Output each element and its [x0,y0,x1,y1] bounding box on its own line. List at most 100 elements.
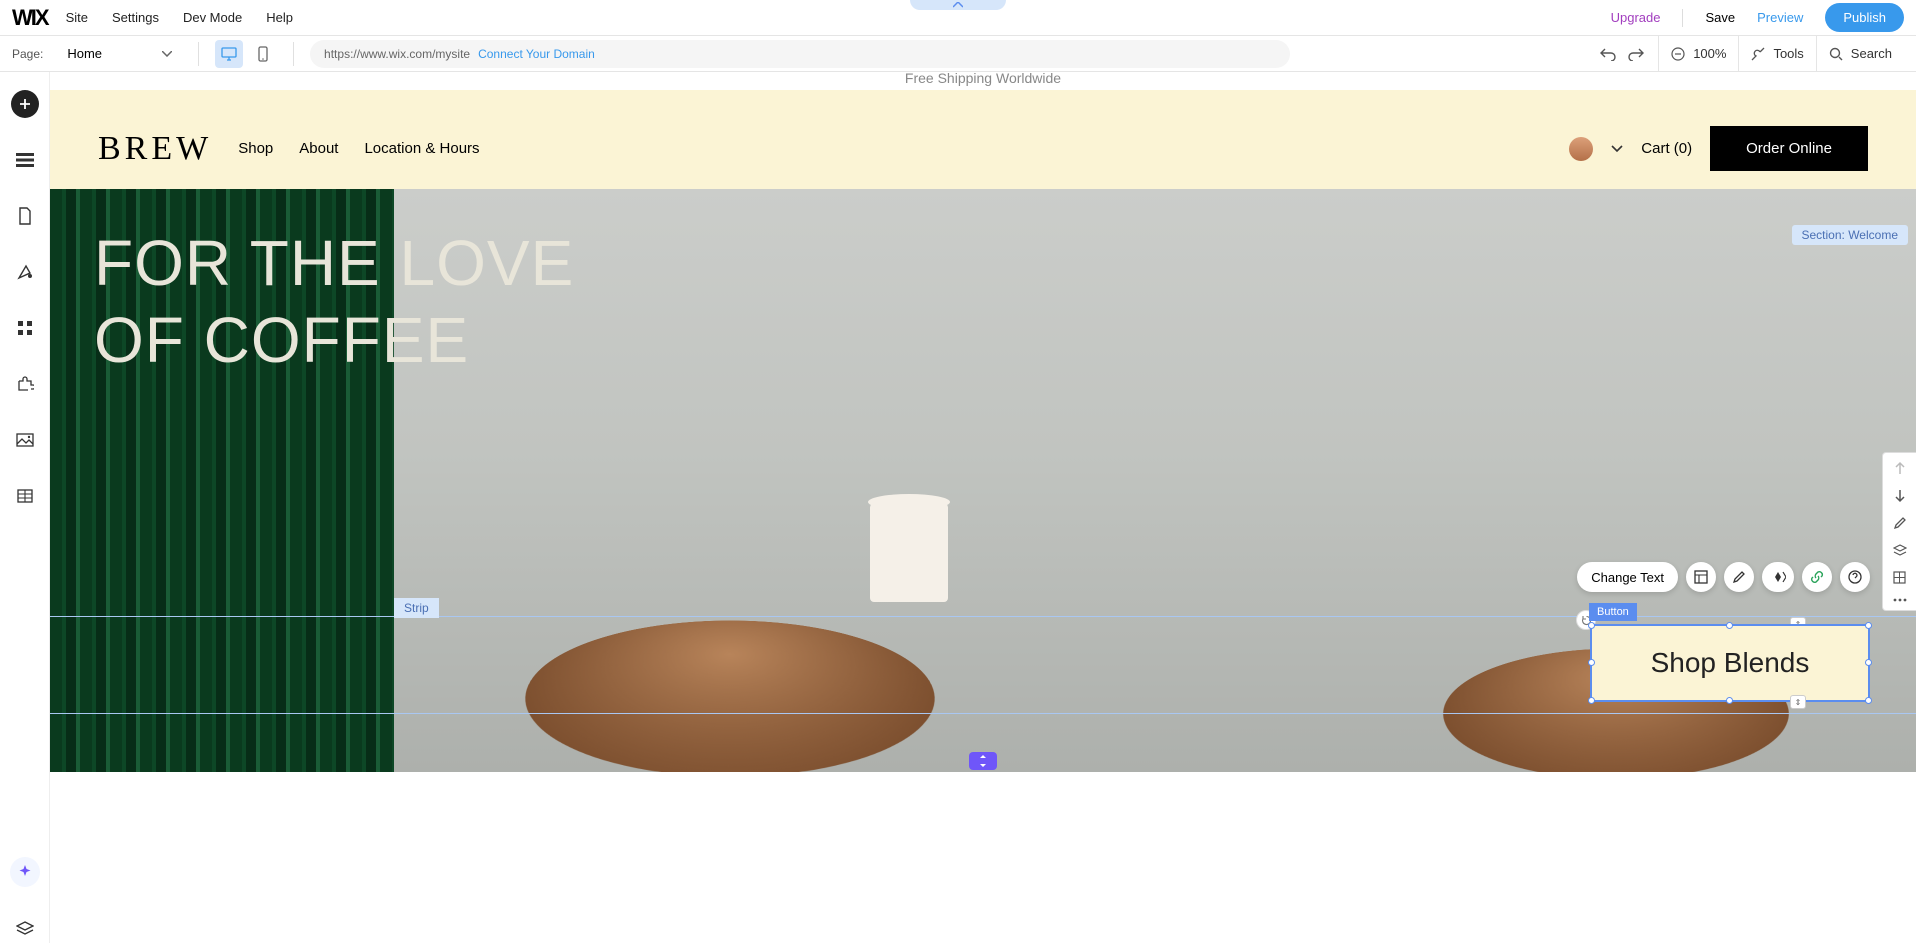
preview-button[interactable]: Preview [1757,10,1803,25]
canvas-wrapper: Free Shipping Worldwide BREW Shop About … [50,72,1916,943]
my-business-button[interactable] [11,370,39,398]
link-icon [1810,570,1824,584]
content-manager-button[interactable] [11,482,39,510]
selected-element[interactable]: Button ⇕ Shop Blends ⇕ [1590,624,1870,702]
url-bar[interactable]: https://www.wix.com/mysite Connect Your … [310,40,1290,68]
desktop-icon [221,47,237,61]
topbar-expand-handle[interactable] [910,0,1006,10]
section-resize-handle[interactable] [969,752,997,770]
grid-icon [1893,571,1906,584]
section-layers-button[interactable] [1893,544,1907,557]
redo-button[interactable] [1628,47,1644,61]
section-layout-button[interactable] [1893,571,1906,584]
mobile-view-button[interactable] [249,40,277,68]
page-label: Page: [12,47,43,61]
design-button[interactable] [1724,562,1754,592]
layout-button[interactable] [1686,562,1716,592]
resize-handle-bl[interactable] [1588,697,1595,704]
hero-title[interactable]: FOR THE LOVE OF COFFEE [94,225,574,379]
resize-handle-br[interactable] [1865,697,1872,704]
media-panel-button[interactable] [11,426,39,454]
page-dropdown[interactable]: Home [57,42,182,65]
move-up-button[interactable] [1894,461,1906,475]
animation-button[interactable] [1762,562,1794,592]
zoom-value: 100% [1693,46,1726,61]
move-down-button[interactable] [1894,489,1906,503]
resize-handle-mr[interactable] [1865,659,1872,666]
top-actions: Upgrade Save Preview Publish [1611,3,1904,32]
shop-blends-text: Shop Blends [1651,647,1810,679]
save-button[interactable]: Save [1705,10,1735,25]
stretch-bottom-handle[interactable]: ⇕ [1790,695,1806,709]
apps-panel-button[interactable] [11,314,39,342]
wix-logo: WIX [12,5,48,31]
change-text-button[interactable]: Change Text [1577,562,1678,592]
ai-assistant-button[interactable] [10,857,40,887]
more-icon [1893,598,1907,602]
selection-type-label: Button [1589,603,1637,621]
redo-icon [1628,47,1644,61]
strip-guideline-bottom [50,713,1916,714]
more-actions-button[interactable] [1893,598,1907,602]
nav-about[interactable]: About [299,140,338,157]
resize-handle-bm[interactable] [1726,697,1733,704]
zoom-control[interactable]: 100% [1658,36,1738,72]
resize-handle-tl[interactable] [1588,622,1595,629]
search-button[interactable]: Search [1816,36,1904,72]
link-button[interactable] [1802,562,1832,592]
page-icon [18,207,32,225]
resize-handle-ml[interactable] [1588,659,1595,666]
hero-image-cup [870,502,948,602]
divider [1682,9,1683,27]
apps-icon [17,320,33,336]
site-brand[interactable]: BREW [98,130,212,168]
desktop-view-button[interactable] [215,40,243,68]
element-floating-toolbar: Change Text [1577,562,1870,592]
tools-button[interactable]: Tools [1738,36,1815,72]
resize-handle-tr[interactable] [1865,622,1872,629]
menu-dev-mode[interactable]: Dev Mode [183,10,242,25]
connect-domain-link[interactable]: Connect Your Domain [478,47,595,61]
publish-button[interactable]: Publish [1825,3,1904,32]
upgrade-link[interactable]: Upgrade [1611,10,1661,25]
member-avatar[interactable] [1569,137,1593,161]
menu-settings[interactable]: Settings [112,10,159,25]
editor-main: Free Shipping Worldwide BREW Shop About … [0,72,1916,943]
edit-section-button[interactable] [1893,517,1906,530]
top-menu: Site Settings Dev Mode Help [66,10,293,25]
menu-site[interactable]: Site [66,10,88,25]
divider [293,42,294,66]
search-label: Search [1851,46,1892,61]
site-canvas[interactable]: Free Shipping Worldwide BREW Shop About … [50,72,1916,943]
divider [198,42,199,66]
hero-section[interactable]: FOR THE LOVE OF COFFEE Strip Change Text [50,189,1916,772]
search-icon [1829,47,1843,61]
nav-shop[interactable]: Shop [238,140,273,157]
layers-panel-button[interactable] [11,915,39,943]
tools-label: Tools [1773,46,1803,61]
resize-handle-tm[interactable] [1726,622,1733,629]
layers-icon [1893,544,1907,557]
plus-icon [18,97,32,111]
menu-help[interactable]: Help [266,10,293,25]
shop-blends-button[interactable]: Shop Blends [1590,624,1870,702]
site-header-section[interactable]: BREW Shop About Location & Hours Cart (0… [50,90,1916,189]
right-tools: 100% Tools Search [1586,36,1904,72]
undo-button[interactable] [1600,47,1616,61]
strip-label[interactable]: Strip [394,598,439,618]
help-button[interactable] [1840,562,1870,592]
pages-panel-button[interactable] [11,202,39,230]
right-quick-panel [1882,452,1916,611]
sections-panel-button[interactable] [11,146,39,174]
nav-location-hours[interactable]: Location & Hours [364,140,479,157]
cart-link[interactable]: Cart (0) [1641,140,1692,157]
design-panel-button[interactable] [11,258,39,286]
shipping-banner[interactable]: Free Shipping Worldwide [50,72,1916,90]
order-online-button[interactable]: Order Online [1710,126,1868,171]
brush-icon [1732,570,1746,584]
device-toggle [215,40,277,68]
section-label[interactable]: Section: Welcome [1792,225,1909,245]
add-element-button[interactable] [11,90,39,118]
chevron-down-icon[interactable] [1611,145,1623,153]
layout-icon [1694,570,1708,584]
